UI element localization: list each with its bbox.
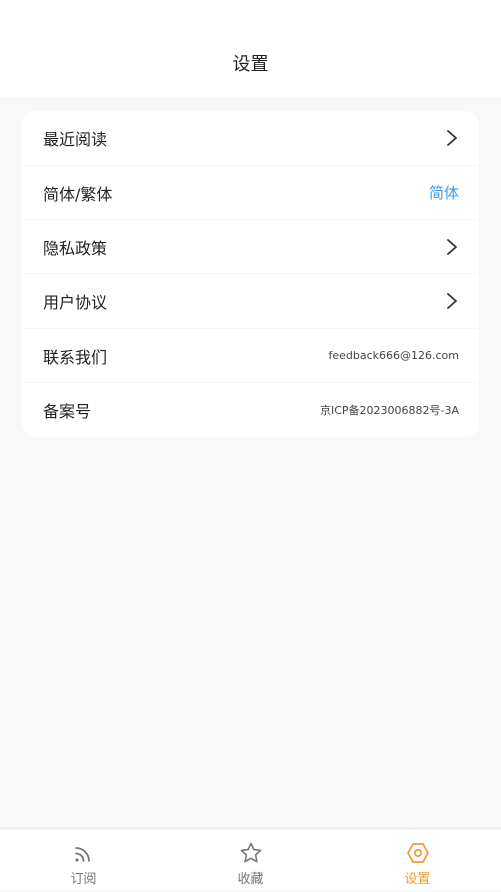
settings-row-label: 隐私政策 xyxy=(43,238,108,258)
settings-row-label: 用户协议 xyxy=(43,292,108,312)
chevron-right-icon xyxy=(447,130,457,146)
tab-label: 设置 xyxy=(404,872,431,887)
script-toggle-value[interactable]: 简体 xyxy=(429,182,459,203)
hexagon-settings-icon xyxy=(406,843,429,863)
rss-icon xyxy=(74,847,90,862)
settings-row-icp-number: 备案号 京ICP备2023006882号-3A xyxy=(22,382,479,436)
chevron-right-icon xyxy=(447,238,457,255)
settings-row-label: 联系我们 xyxy=(43,347,108,367)
tab-label: 收藏 xyxy=(237,872,264,887)
tab-label: 订阅 xyxy=(70,872,97,887)
settings-row-label: 备案号 xyxy=(43,401,92,421)
chevron-right-icon xyxy=(447,292,457,309)
star-icon xyxy=(240,842,261,863)
icp-number-value: 京ICP备2023006882号-3A xyxy=(319,403,459,417)
settings-row-label: 最近阅读 xyxy=(43,130,108,149)
settings-row-label: 简体/繁体 xyxy=(43,184,113,204)
contact-email: feedback666@126.com xyxy=(328,349,459,362)
settings-card: 最近阅读 简体/繁体 简体 隐私政策 用户协议 联系我们 feedback666… xyxy=(22,111,479,437)
header-bar: 设置 xyxy=(0,0,501,97)
tab-favorites[interactable]: 收藏 xyxy=(167,829,334,892)
settings-row-user-agreement[interactable]: 用户协议 xyxy=(22,273,479,327)
bottom-tab-bar: 订阅 收藏 设置 xyxy=(0,828,501,891)
settings-row-recent-reading[interactable]: 最近阅读 xyxy=(22,111,479,165)
settings-row-script[interactable]: 简体/繁体 简体 xyxy=(22,165,479,219)
settings-row-contact-us[interactable]: 联系我们 feedback666@126.com xyxy=(22,328,479,382)
settings-row-privacy-policy[interactable]: 隐私政策 xyxy=(22,219,479,273)
tab-subscribe[interactable]: 订阅 xyxy=(0,829,167,892)
tab-settings[interactable]: 设置 xyxy=(334,829,501,892)
page-title: 设置 xyxy=(232,54,269,75)
